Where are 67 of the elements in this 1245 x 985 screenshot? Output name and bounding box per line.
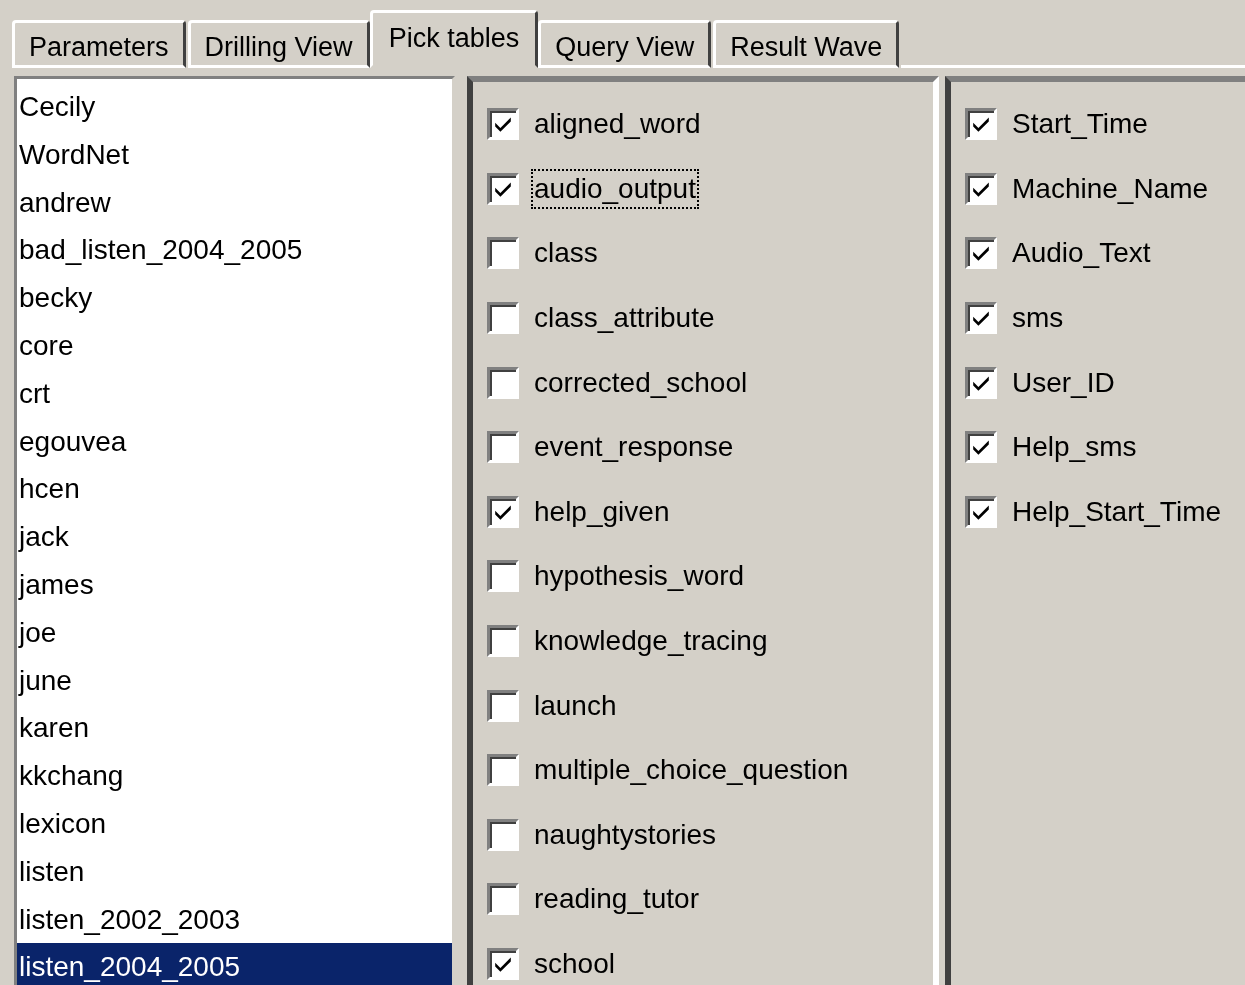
checkbox-label: aligned_word — [533, 107, 702, 142]
checkbox-label: Machine_Name — [1011, 171, 1210, 206]
checkbox[interactable] — [487, 560, 519, 593]
list-item[interactable]: listen — [17, 847, 452, 896]
checkbox-label: sms — [1011, 301, 1065, 336]
list-item[interactable]: lexicon — [17, 799, 452, 848]
checkbox[interactable] — [487, 495, 519, 528]
list-item[interactable]: june — [17, 656, 452, 705]
database-list[interactable]: Cecily WordNet andrew bad_listen_2004_2005 becky core crt egouvea hcen jack james joe june karen kkchang lexicon listen listen_2002_2003 listen_2004_2005 — [14, 76, 455, 985]
checkbox-label: class_attribute — [533, 301, 716, 336]
checkbox-label: school — [533, 947, 616, 981]
list-item[interactable]: core — [17, 322, 452, 370]
tab[interactable]: Drilling View — [187, 20, 370, 68]
checkbox-label: event_response — [533, 430, 735, 465]
list-item[interactable]: listen_2002_2003 — [17, 895, 452, 944]
checkbox[interactable] — [487, 108, 519, 141]
list-item[interactable]: andrew — [17, 178, 452, 227]
tab[interactable]: Query View — [538, 20, 712, 68]
checkbox-label: User_ID — [1011, 365, 1116, 400]
checkbox-label: Help_sms — [1011, 430, 1138, 465]
checkbox-label: launch — [533, 688, 618, 723]
checkbox[interactable] — [487, 172, 519, 205]
list-item[interactable]: bad_listen_2004_2005 — [17, 226, 452, 275]
checkbox-label: Start_Time — [1011, 107, 1149, 142]
checkbox[interactable] — [487, 948, 519, 980]
list-item[interactable]: kkchang — [17, 752, 452, 800]
checkbox[interactable] — [487, 237, 519, 270]
checkbox-label: reading_tutor — [533, 882, 700, 917]
checkbox-label: multiple_choice_question — [533, 753, 850, 788]
checkbox-label: hypothesis_word — [533, 559, 746, 594]
checkbox[interactable] — [487, 302, 519, 335]
list-item[interactable]: hcen — [17, 465, 452, 514]
checkbox-label: knowledge_tracing — [533, 624, 769, 659]
checkbox-label: class — [533, 236, 599, 271]
checkbox-label: Audio_Text — [1011, 236, 1152, 271]
list-item[interactable]: karen — [17, 704, 452, 753]
list-item[interactable]: jack — [17, 513, 452, 561]
checkbox[interactable] — [965, 431, 997, 464]
tab[interactable]: Result Wave — [713, 20, 900, 68]
checkbox-label: audio_output — [531, 168, 699, 209]
list-item[interactable]: listen_2004_2005 — [17, 943, 452, 985]
checkbox[interactable] — [487, 366, 519, 399]
checkbox[interactable] — [965, 302, 997, 335]
checkbox-label: Help_Start_Time — [1011, 494, 1223, 529]
checkbox[interactable] — [487, 754, 519, 787]
checkbox[interactable] — [487, 818, 519, 851]
checkbox[interactable] — [487, 625, 519, 658]
checkbox[interactable] — [965, 495, 997, 528]
checkbox[interactable] — [487, 689, 519, 722]
list-item[interactable]: WordNet — [17, 130, 452, 179]
tab[interactable]: Parameters — [12, 20, 186, 68]
list-item[interactable]: Cecily — [17, 83, 452, 131]
checkbox-label: naughtystories — [533, 817, 718, 852]
tab[interactable]: Pick tables — [369, 10, 539, 68]
checkbox[interactable] — [965, 108, 997, 141]
list-item[interactable]: becky — [17, 274, 452, 322]
checkbox-label: help_given — [533, 494, 671, 529]
checkbox[interactable] — [965, 237, 997, 270]
checkbox[interactable] — [487, 431, 519, 464]
list-item[interactable]: crt — [17, 369, 452, 418]
list-item[interactable]: joe — [17, 608, 452, 657]
checkbox-label: corrected_school — [533, 365, 749, 400]
checkbox[interactable] — [965, 366, 997, 399]
list-item[interactable]: james — [17, 560, 452, 609]
checkbox[interactable] — [965, 172, 997, 205]
list-item[interactable]: egouvea — [17, 417, 452, 466]
checkbox[interactable] — [487, 883, 519, 916]
